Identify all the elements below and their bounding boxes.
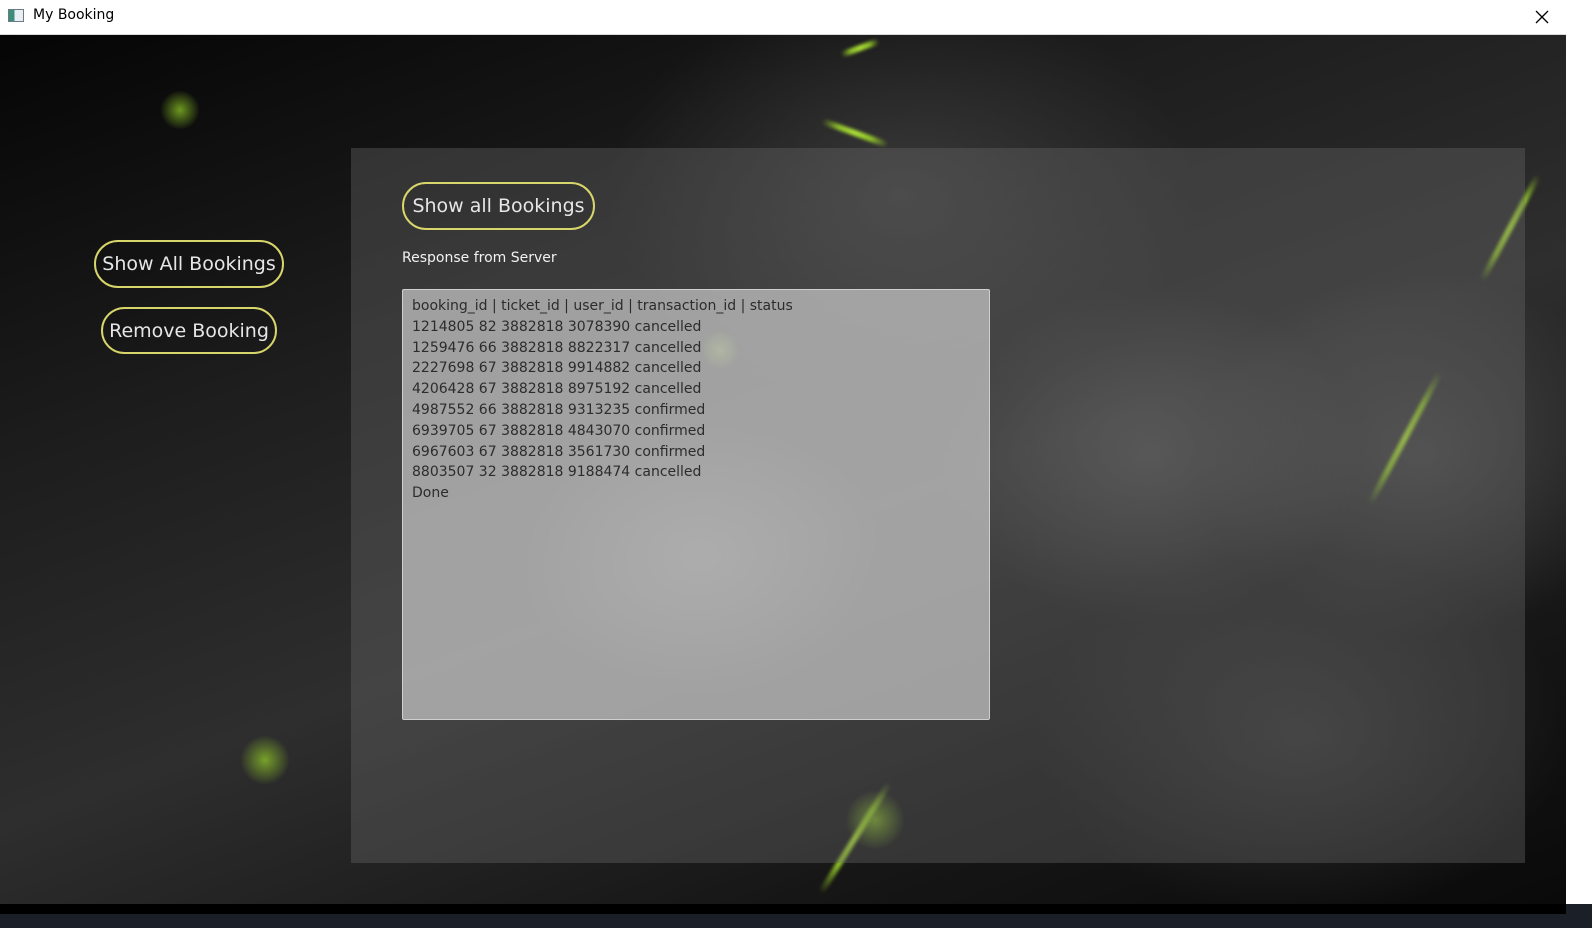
- response-done-line: Done: [412, 485, 449, 502]
- decorative-glow: [240, 735, 290, 785]
- response-label: Response from Server: [402, 250, 557, 266]
- decorative-streak: [840, 38, 880, 58]
- response-line: 6939705 67 3882818 4843070 confirmed: [412, 422, 706, 439]
- app-icon: [8, 9, 24, 22]
- decorative-streak: [821, 118, 889, 148]
- app-window: My Booking Show All Bookings Remove Book…: [0, 0, 1566, 914]
- response-line: 2227698 67 3882818 9914882 cancelled: [412, 360, 702, 377]
- response-line: 4987552 66 3882818 9313235 confirmed: [412, 401, 706, 418]
- response-line: 6967603 67 3882818 3561730 confirmed: [412, 443, 706, 460]
- response-line: 1214805 82 3882818 3078390 cancelled: [412, 318, 702, 335]
- title-bar: My Booking: [0, 0, 1566, 35]
- background-area: Show All Bookings Remove Booking Show al…: [0, 35, 1566, 904]
- response-header-line: booking_id | ticket_id | user_id | trans…: [412, 298, 793, 314]
- decorative-glow: [160, 90, 200, 130]
- show-all-bookings-nav-button[interactable]: Show All Bookings: [94, 240, 284, 288]
- response-line: 1259476 66 3882818 8822317 cancelled: [412, 339, 702, 356]
- close-icon: [1535, 10, 1549, 24]
- show-all-bookings-button[interactable]: Show all Bookings: [402, 182, 595, 230]
- close-button[interactable]: [1522, 0, 1562, 34]
- window-title: My Booking: [33, 7, 115, 23]
- response-line: 4206428 67 3882818 8975192 cancelled: [412, 381, 702, 398]
- remove-booking-nav-button[interactable]: Remove Booking: [101, 307, 277, 354]
- screen-edge: [1566, 0, 1592, 928]
- response-line: 8803507 32 3882818 9188474 cancelled: [412, 464, 702, 481]
- response-textarea[interactable]: booking_id | ticket_id | user_id | trans…: [402, 289, 990, 720]
